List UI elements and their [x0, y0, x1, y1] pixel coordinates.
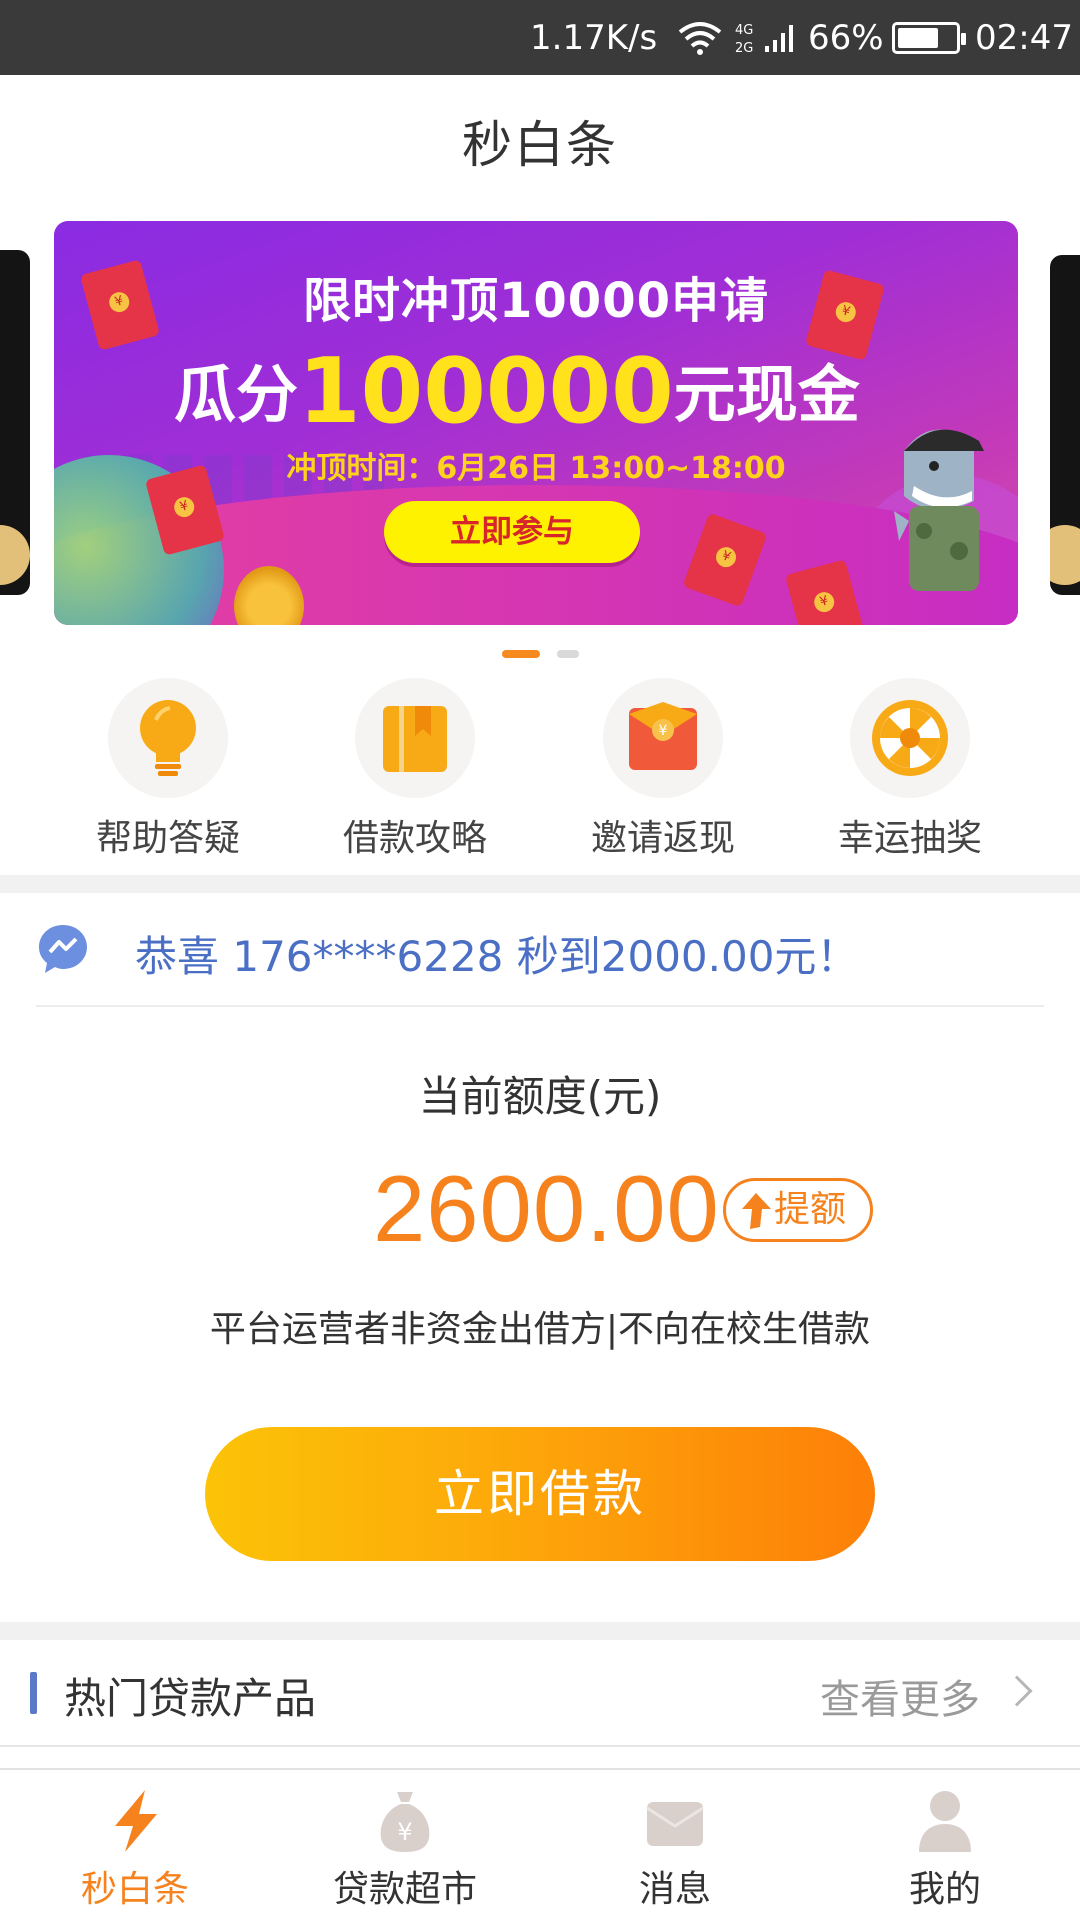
svg-text:2G: 2G — [735, 41, 753, 56]
money-bag-icon: ¥ — [380, 1792, 430, 1852]
nav-label: 贷款超市 — [332, 1869, 477, 1910]
credit-amount: 2600.00 — [373, 1156, 720, 1261]
battery-icon — [892, 22, 966, 54]
battery-percent: 66% — [808, 18, 884, 58]
signal-icon: 4G 2G — [735, 23, 793, 56]
lightbulb-icon — [140, 700, 196, 776]
svg-text:4G: 4G — [735, 23, 753, 38]
nav-label: 我的 — [908, 1869, 981, 1910]
nav-tab-profile[interactable]: 我的 — [810, 1770, 1080, 1920]
banner-join-button[interactable]: 立即参与 — [384, 501, 640, 563]
message-icon — [39, 925, 87, 973]
shark-mascot-icon — [894, 429, 984, 591]
raise-limit-label: 提额 — [774, 1189, 847, 1230]
banner-time: 冲顶时间：6月26日 13:00~18:00 — [286, 451, 786, 486]
promo-banner[interactable]: 限时冲顶10000申请 瓜分100000元现金 冲顶时间：6月26日 13:00… — [54, 221, 1018, 625]
book-icon — [383, 706, 447, 772]
status-bar: 1.17K/s 4G 2G 66% 02:47 — [0, 0, 1080, 75]
red-envelope-icon: ¥ — [629, 702, 697, 770]
notice-text: 恭喜 176****6228 秒到2000.00元！ — [135, 932, 859, 981]
disclaimer: 平台运营者非资金出借方|不向在校生借款 — [209, 1309, 871, 1350]
section-separator — [0, 1622, 1080, 1640]
carousel-indicator — [0, 650, 1080, 660]
quick-menu-invite[interactable]: ¥ 邀请返现 — [539, 675, 787, 865]
quick-menu-label: 借款攻略 — [342, 818, 487, 859]
hot-products-header: 热门贷款产品 查看更多 — [0, 1640, 1080, 1745]
carousel-dot-active[interactable] — [502, 650, 540, 658]
banner-prize-text: 瓜分100000元现金 — [174, 333, 860, 444]
banner-prize-prefix: 瓜分 — [174, 358, 299, 431]
app-header: 秒白条 — [0, 75, 1080, 215]
quick-menu-label: 帮助答疑 — [95, 818, 240, 859]
divider — [0, 1745, 1080, 1747]
notice-ticker[interactable]: 恭喜 176****6228 秒到2000.00元！ — [0, 893, 1080, 1005]
borrow-now-button[interactable]: 立即借款 — [205, 1427, 875, 1561]
nav-label: 消息 — [638, 1869, 711, 1910]
banner-prev-peek[interactable] — [0, 250, 30, 595]
network-speed: 1.17K/s — [530, 18, 658, 58]
lightning-icon — [115, 1790, 157, 1852]
section-accent-bar — [30, 1672, 37, 1714]
wifi-icon — [678, 22, 722, 55]
quick-menu-guide[interactable]: 借款攻略 — [291, 675, 539, 865]
section-separator — [0, 875, 1080, 893]
page-title: 秒白条 — [462, 116, 618, 174]
quick-menu-label: 邀请返现 — [590, 818, 735, 859]
icon-wrap — [108, 678, 228, 798]
quick-menu: 帮助答疑 借款攻略 ¥ 邀请返现 幸运抽奖 — [0, 675, 1080, 865]
lucky-wheel-icon — [872, 700, 948, 776]
raise-limit-button[interactable]: 提额 — [723, 1178, 873, 1242]
quick-menu-label: 幸运抽奖 — [837, 818, 982, 859]
nav-label: 秒白条 — [80, 1869, 189, 1910]
bottom-nav: 秒白条 ¥ 贷款超市 消息 我的 — [0, 1768, 1080, 1920]
user-icon — [919, 1791, 971, 1852]
carousel-dot[interactable] — [557, 650, 579, 658]
arrow-up-icon — [742, 1193, 771, 1229]
icon-wrap — [850, 678, 970, 798]
banner-prize-suffix: 元现金 — [673, 358, 860, 431]
banner-next-peek[interactable] — [1050, 255, 1080, 595]
nav-tab-loan-market[interactable]: ¥ 贷款超市 — [270, 1770, 540, 1920]
credit-label: 当前额度(元) — [418, 1072, 662, 1121]
section-title: 热门贷款产品 — [64, 1674, 317, 1723]
envelope-icon — [646, 1802, 704, 1846]
nav-tab-home[interactable]: 秒白条 — [0, 1770, 270, 1920]
nav-tab-messages[interactable]: 消息 — [540, 1770, 810, 1920]
divider — [36, 1005, 1044, 1007]
icon-wrap: ¥ — [603, 678, 723, 798]
banner-prize-amount: 100000 — [298, 339, 674, 444]
quick-menu-help[interactable]: 帮助答疑 — [44, 675, 292, 865]
chevron-right-icon[interactable] — [1001, 1675, 1033, 1707]
clock: 02:47 — [975, 18, 1073, 58]
svg-text:¥: ¥ — [397, 1818, 412, 1846]
see-more-link[interactable]: 查看更多 — [820, 1667, 980, 1725]
quick-menu-lottery[interactable]: 幸运抽奖 — [786, 675, 1034, 865]
banner-headline: 限时冲顶10000申请 — [303, 273, 769, 329]
svg-text:¥: ¥ — [659, 723, 668, 739]
icon-wrap — [355, 678, 475, 798]
